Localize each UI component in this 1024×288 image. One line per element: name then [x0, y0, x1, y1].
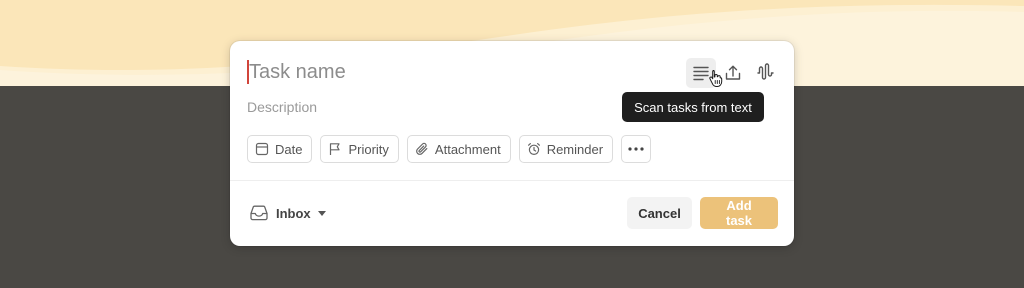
- divider: [230, 180, 794, 181]
- inbox-icon: [250, 205, 268, 221]
- dialog-actions: Cancel Add task: [627, 197, 778, 229]
- voice-input-button[interactable]: [750, 58, 780, 88]
- priority-chip-label: Priority: [348, 141, 389, 157]
- alarm-clock-icon: [527, 143, 540, 156]
- upload-button[interactable]: [718, 58, 748, 88]
- task-tools: [686, 58, 780, 88]
- description-input[interactable]: [247, 97, 607, 117]
- flag-icon: [330, 143, 341, 155]
- upload-icon: [725, 65, 741, 80]
- paperclip-icon: [416, 142, 428, 155]
- calendar-icon: [255, 142, 269, 156]
- tooltip: Scan tasks from text: [622, 92, 764, 122]
- reminder-chip[interactable]: Reminder: [518, 135, 614, 163]
- more-options-button[interactable]: [621, 135, 652, 163]
- add-task-dialog: Scan tasks from text Date Priority Attac…: [230, 41, 794, 246]
- reminder-chip-label: Reminder: [546, 141, 604, 157]
- more-horizontal-icon: [628, 147, 644, 151]
- project-selector[interactable]: Inbox: [249, 202, 326, 224]
- date-chip-label: Date: [275, 141, 303, 157]
- attachment-chip[interactable]: Attachment: [406, 135, 511, 163]
- task-name-input[interactable]: [247, 60, 667, 84]
- caret-down-icon: [317, 210, 326, 216]
- project-label: Inbox: [276, 205, 311, 221]
- attachment-chip-label: Attachment: [434, 141, 501, 157]
- waveform-icon: [757, 63, 774, 80]
- task-attributes: Date Priority Attachment Reminder: [247, 135, 652, 163]
- scan-text-button[interactable]: [686, 58, 723, 88]
- add-task-button[interactable]: Add task: [700, 197, 778, 229]
- date-chip[interactable]: Date: [247, 135, 313, 163]
- cancel-button[interactable]: Cancel: [627, 197, 692, 229]
- priority-chip[interactable]: Priority: [320, 135, 399, 163]
- text-caret: [247, 60, 249, 84]
